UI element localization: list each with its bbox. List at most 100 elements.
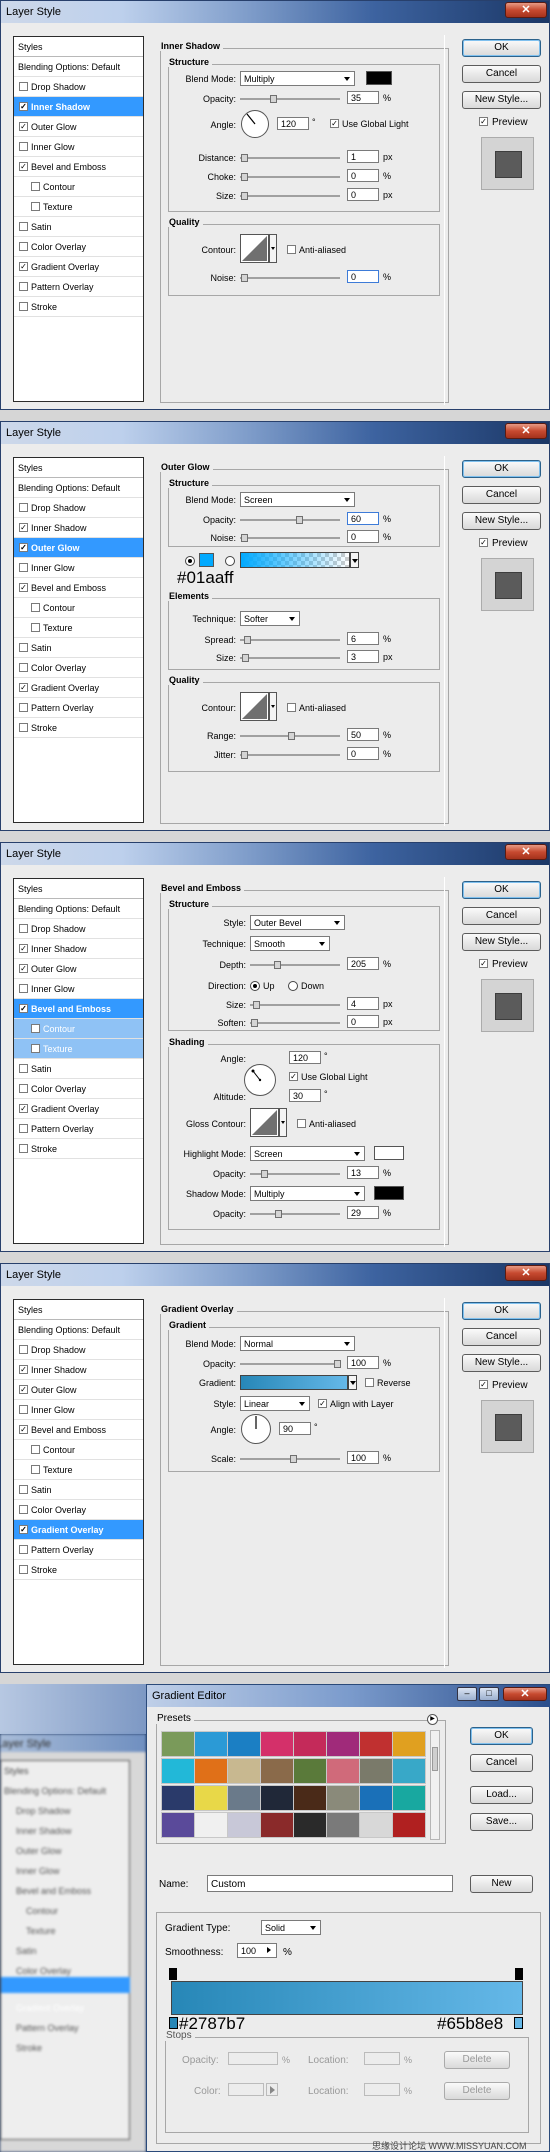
checkbox[interactable] [19,1565,28,1574]
bevel-style-select[interactable]: Outer Bevel [250,915,345,930]
chevron-down-icon[interactable] [350,552,359,568]
opacity-slider-thumb[interactable] [334,1360,341,1368]
style-item-satin[interactable]: Satin [14,217,143,237]
jitter-slider-track[interactable] [240,754,340,756]
highlight-opacity-slider-thumb[interactable] [261,1170,268,1178]
checkbox[interactable] [19,563,28,572]
style-item-inner-glow[interactable]: Inner Glow [14,979,143,999]
gradient-bar[interactable] [171,1981,523,2015]
checkbox[interactable] [31,623,40,632]
checkbox[interactable] [19,1485,28,1494]
chevron-down-icon[interactable] [348,1375,357,1390]
stop-opacity-input[interactable] [228,2052,278,2065]
preset-swatch[interactable] [194,1758,228,1784]
new-style-button[interactable]: New Style... [462,512,541,530]
checkbox[interactable]: ✓ [19,1525,28,1534]
gradient-picker[interactable] [240,1375,348,1390]
shadow-color-swatch[interactable] [374,1186,404,1200]
styles-header[interactable]: Styles [14,37,143,57]
preset-swatch[interactable] [326,1758,360,1784]
close-icon[interactable]: ✕ [505,1265,547,1281]
style-item-outer-glow[interactable]: ✓ Outer Glow [14,117,143,137]
choke-input[interactable]: 0 [347,169,379,182]
opacity-stop-right[interactable] [515,1968,523,1980]
ok-button[interactable]: OK [462,1302,541,1320]
soften-slider-thumb[interactable] [251,1019,258,1027]
gradient-type-select[interactable]: Solid [261,1920,321,1935]
style-item-texture[interactable]: Texture [14,1039,143,1059]
preset-swatch[interactable] [293,1731,327,1757]
highlight-opacity-input[interactable]: 13 [347,1166,379,1179]
size-slider-thumb[interactable] [253,1001,260,1009]
preset-swatch[interactable] [326,1785,360,1811]
style-item-pattern-overlay[interactable]: Pattern Overlay [14,1119,143,1139]
style-item-color-overlay[interactable]: Color Overlay [14,658,143,678]
style-item-contour[interactable]: Contour [14,177,143,197]
opacity-slider-thumb[interactable] [296,516,303,524]
noise-slider-track[interactable] [240,537,340,539]
style-item-bevel-and-emboss[interactable]: ✓ Bevel and Emboss [14,578,143,598]
style-item-gradient-overlay[interactable]: ✓ Gradient Overlay [14,257,143,277]
cancel-button[interactable]: Cancel [470,1754,533,1772]
checkbox[interactable]: ✓ [19,944,28,953]
range-slider-thumb[interactable] [288,732,295,740]
opacity-input[interactable]: 100 [347,1356,379,1369]
preset-swatch[interactable] [260,1758,294,1784]
soften-input[interactable]: 0 [347,1015,379,1028]
checkbox[interactable] [19,1405,28,1414]
style-item-bevel-and-emboss[interactable]: ✓ Bevel and Emboss [14,157,143,177]
angle-dial[interactable] [243,1063,277,1097]
opacity-slider-thumb[interactable] [270,95,277,103]
checkbox[interactable] [19,242,28,251]
opacity-slider-track[interactable] [240,1363,340,1365]
angle-input[interactable]: 90 [279,1422,311,1435]
color-stop-right[interactable] [514,2017,523,2029]
choke-slider-track[interactable] [240,176,340,178]
style-item-stroke[interactable]: Stroke [14,1560,143,1580]
style-item-drop-shadow[interactable]: Drop Shadow [14,77,143,97]
shadow-opacity-slider-track[interactable] [250,1213,340,1215]
gradient-style-select[interactable]: Linear [240,1396,310,1411]
preset-swatch[interactable] [227,1731,261,1757]
preset-swatch[interactable] [293,1785,327,1811]
style-item-color-overlay[interactable]: Color Overlay [14,1079,143,1099]
glow-gradient-picker[interactable] [240,552,350,568]
blending-options[interactable]: Blending Options: Default [14,478,143,498]
title-bar[interactable]: Layer Style ✕ [1,843,549,865]
style-item-contour[interactable]: Contour [14,598,143,618]
presets-scrollbar[interactable] [430,1730,440,1840]
preset-swatch[interactable] [392,1758,426,1784]
scrollbar-thumb[interactable] [432,1747,438,1771]
style-item-stroke[interactable]: Stroke [14,1139,143,1159]
preset-swatch[interactable] [194,1785,228,1811]
style-item-texture[interactable]: Texture [14,1460,143,1480]
size-slider-thumb[interactable] [241,192,248,200]
size-slider-track[interactable] [250,1004,340,1006]
style-item-pattern-overlay[interactable]: Pattern Overlay [14,698,143,718]
style-item-inner-shadow[interactable]: ✓ Inner Shadow [14,1360,143,1380]
size-slider-track[interactable] [240,195,340,197]
anti-aliased-checkbox[interactable] [287,245,296,254]
checkbox[interactable] [31,1465,40,1474]
preset-swatch[interactable] [359,1758,393,1784]
styles-header[interactable]: Styles [14,458,143,478]
opacity-input[interactable]: 60 [347,512,379,525]
direction-up-radio[interactable] [250,981,260,991]
style-item-inner-shadow[interactable]: ✓ Inner Shadow [14,97,143,117]
contour-picker[interactable] [240,234,278,264]
title-bar[interactable]: Layer Style ✕ [1,1,549,23]
checkbox[interactable] [31,1024,40,1033]
style-item-bevel-and-emboss[interactable]: ✓ Bevel and Emboss [14,999,143,1019]
checkbox[interactable] [19,302,28,311]
checkbox[interactable]: ✓ [19,964,28,973]
checkbox[interactable] [19,1545,28,1554]
checkbox[interactable] [19,1505,28,1514]
style-item-pattern-overlay[interactable]: Pattern Overlay [14,277,143,297]
chevron-right-icon[interactable] [267,1947,271,1953]
opacity-slider-track[interactable] [240,98,340,100]
preset-swatch[interactable] [293,1812,327,1838]
angle-input[interactable]: 120 [289,1051,321,1064]
preset-swatch[interactable] [392,1812,426,1838]
spread-slider-track[interactable] [240,639,340,641]
contour-picker[interactable] [240,692,278,722]
